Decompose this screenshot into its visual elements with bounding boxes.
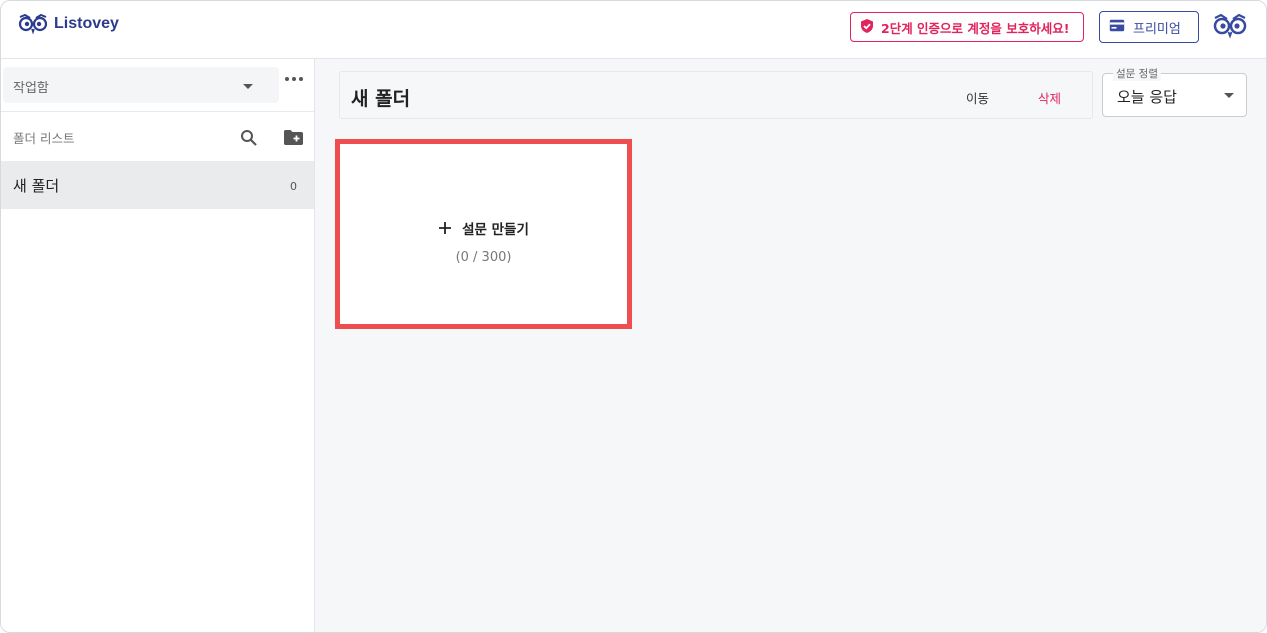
sidebar: 작업함 폴더 리스트 새 폴더 0 (1, 59, 315, 632)
delete-button[interactable]: 삭제 (1038, 88, 1061, 107)
workspace-select[interactable]: 작업함 (3, 67, 279, 103)
folder-header: 새 폴더 이동 삭제 (339, 71, 1093, 119)
main-content: 새 폴더 이동 삭제 설문 정렬 오늘 응답 설문 만들기 (0 / 300) (315, 59, 1266, 632)
folder-title: 새 폴더 (351, 88, 411, 110)
premium-button[interactable]: 프리미엄 (1099, 11, 1199, 43)
app-window: Listovey 2단계 인증으로 계정을 보호하세요! 프리미엄 작업함 폴더… (0, 0, 1267, 633)
logo-text: Listovey (54, 15, 119, 32)
owl-logo-icon (18, 13, 48, 35)
create-survey-card[interactable]: 설문 만들기 (0 / 300) (335, 139, 632, 329)
two-factor-banner-button[interactable]: 2단계 인증으로 계정을 보호하세요! (850, 12, 1084, 42)
more-horizontal-icon[interactable] (285, 77, 303, 81)
folder-item-count: 0 (290, 180, 297, 193)
folder-list-header: 폴더 리스트 (1, 111, 314, 161)
plus-icon (438, 220, 452, 236)
two-factor-banner-text: 2단계 인증으로 계정을 보호하세요! (881, 20, 1070, 36)
top-header: Listovey 2단계 인증으로 계정을 보호하세요! 프리미엄 (1, 1, 1266, 59)
card-icon (1109, 19, 1125, 36)
survey-count: (0 / 300) (455, 250, 512, 265)
logo[interactable]: Listovey (18, 13, 119, 35)
shield-check-icon (859, 18, 875, 37)
folder-list-label: 폴더 리스트 (13, 131, 75, 146)
folder-list-item[interactable]: 새 폴더 0 (1, 161, 314, 209)
chevron-down-icon (243, 84, 253, 89)
search-icon[interactable] (240, 129, 258, 151)
workspace-label: 작업함 (13, 81, 49, 96)
chevron-down-icon (1224, 93, 1234, 98)
folder-item-name: 새 폴더 (13, 177, 60, 195)
survey-sort-select[interactable]: 설문 정렬 오늘 응답 (1102, 66, 1247, 117)
create-survey-label: 설문 만들기 (462, 222, 529, 238)
sort-legend: 설문 정렬 (1113, 66, 1161, 81)
owl-avatar-icon[interactable] (1213, 12, 1247, 44)
move-button[interactable]: 이동 (966, 88, 989, 107)
premium-label: 프리미엄 (1133, 21, 1181, 37)
sort-value: 오늘 응답 (1117, 88, 1177, 106)
create-survey-row: 설문 만들기 (340, 218, 627, 238)
folder-plus-icon[interactable] (283, 129, 304, 150)
